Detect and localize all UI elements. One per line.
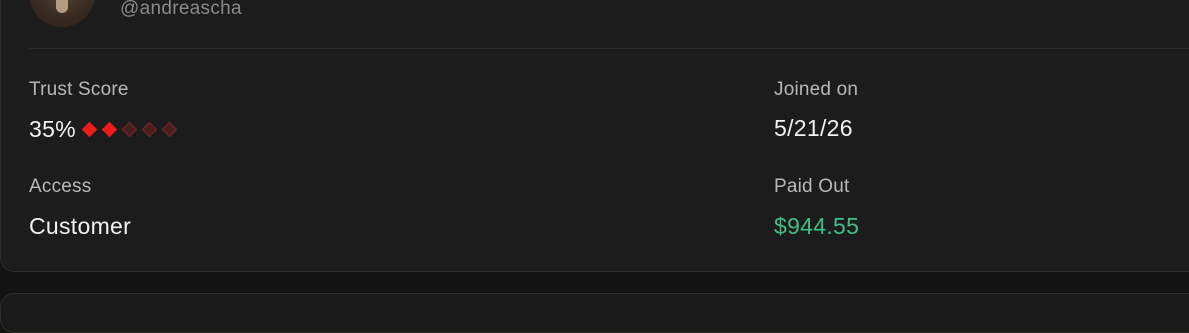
rating-diamond-empty-icon xyxy=(121,121,138,138)
joined-on-label: Joined on xyxy=(774,79,859,100)
access-value: Customer xyxy=(29,213,132,239)
access-label: Access xyxy=(29,176,92,197)
rating-diamond-filled-icon xyxy=(101,121,118,138)
avatar-figure xyxy=(56,0,68,13)
user-profile-card: @andreascha Trust Score 35% Joined on 5/… xyxy=(0,0,1189,272)
trust-score-value: 35% xyxy=(29,116,76,142)
trust-score-row: 35% xyxy=(29,116,184,143)
divider xyxy=(29,48,1189,49)
username-handle: @andreascha xyxy=(120,0,242,19)
rating-diamond-filled-icon xyxy=(81,121,98,138)
joined-on-value: 5/21/26 xyxy=(774,115,853,141)
trust-score-label: Trust Score xyxy=(29,79,129,100)
rating-diamond-empty-icon xyxy=(141,121,158,138)
paid-out-value: $944.55 xyxy=(774,213,860,239)
avatar[interactable] xyxy=(29,0,95,27)
rating-diamond-empty-icon xyxy=(161,121,178,138)
next-card xyxy=(0,293,1189,333)
trust-rating xyxy=(81,121,184,138)
paid-out-label: Paid Out xyxy=(774,176,850,197)
